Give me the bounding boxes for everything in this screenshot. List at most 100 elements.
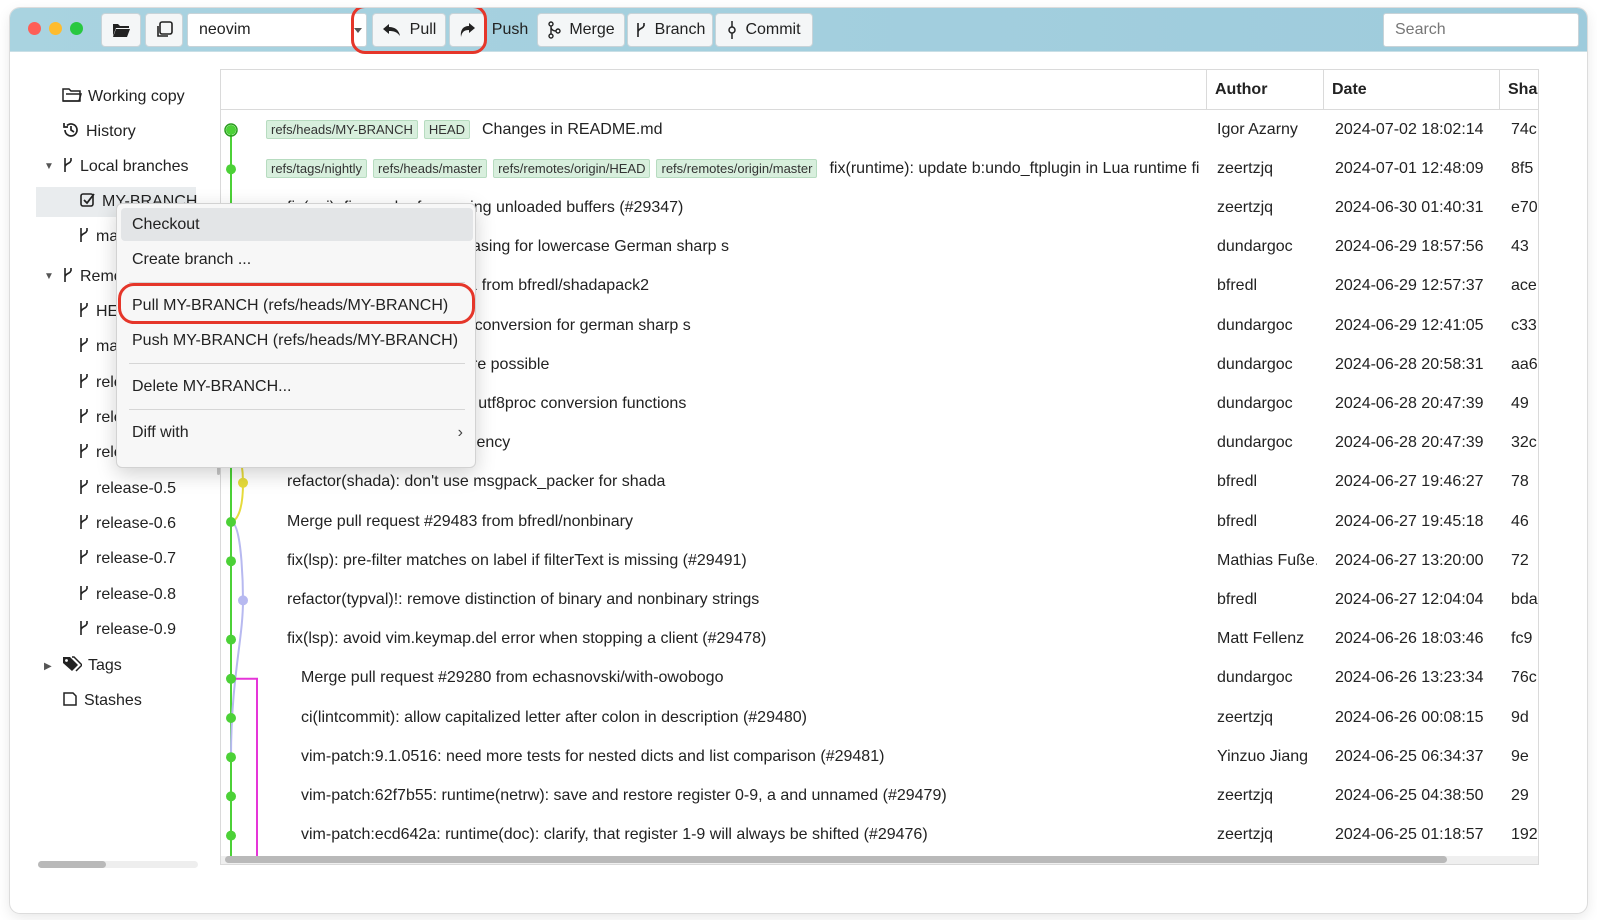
redo-arrow-icon [458,21,476,39]
disclosure-open-icon[interactable]: ▼ [44,161,54,172]
sidebar-item-history[interactable]: History [62,117,136,147]
commit-message: fix(lsp): pre-filter matches on label if… [287,551,747,569]
message-cell: refs/tags/nightly refs/heads/master refs/r… [266,149,1200,188]
author-cell: zeertzjq [1217,786,1274,804]
table-row[interactable]: refs/tags/nightly refs/heads/master refs/r… [221,149,1538,188]
table-horizontal-scrollbar[interactable] [221,856,1538,864]
disclosure-closed-icon[interactable]: ▶ [44,661,52,672]
toolbar: neovim Pull Push Merge Branch Commit Sea… [10,8,1587,52]
table-row[interactable]: fix(lsp): pre-filter matches on label if… [221,541,1538,580]
author-cell: Matt Fellenz [1217,630,1305,648]
branch-icon [78,620,90,641]
sidebar-item-label: release-0.5 [96,480,177,497]
table-row[interactable]: refactor(typval)!: remove distinction of… [221,580,1538,619]
author-cell: zeertzjq [1217,159,1274,177]
repository-select[interactable]: neovim [187,13,367,47]
message-cell: vim-patch:62f7b55: runtime(netrw): save … [301,776,1200,815]
sidebar: Working copy History ▼ Local branches MY… [10,62,210,907]
sidebar-item-tags[interactable]: Tags [62,651,122,681]
sidebar-item-release-0-7[interactable]: release-0.7 [78,544,176,574]
menu-item-label: Delete MY-BRANCH... [132,377,292,395]
menu-item-checkout[interactable]: Checkout [121,208,473,241]
disclosure-open-icon[interactable]: ▼ [44,271,54,282]
sidebar-item-label: release-0.7 [96,550,177,567]
branch-icon [635,22,647,38]
message-cell: refs/heads/MY-BRANCH HEAD Changes in READM… [266,110,1200,149]
date-cell: 2024-06-28 20:47:39 [1335,434,1484,452]
ref-badge: refs/heads/MY-BRANCH [266,120,418,139]
date-cell: 2024-06-29 18:57:56 [1335,238,1484,256]
scrollbar-thumb[interactable] [38,861,106,868]
sidebar-item-release-0-9[interactable]: release-0.9 [78,615,176,645]
table-row[interactable]: refactor(shada): don't use msgpack_packe… [221,463,1538,502]
menu-item-label: Checkout [132,215,200,233]
commit-message: fix(lsp): avoid vim.keymap.del error whe… [287,630,767,648]
date-cell: 2024-06-26 18:03:46 [1335,630,1484,648]
folder-icon [62,87,82,108]
table-row[interactable]: Merge pull request #29483 from bfredl/no… [221,502,1538,541]
message-cell: refactor(shada): don't use msgpack_packe… [287,463,1200,502]
sha-cell: fc9 [1511,630,1533,648]
sidebar-item-label: Tags [88,657,122,674]
push-button[interactable]: Push [485,13,536,47]
sha-cell: 72 [1511,551,1529,569]
close-window-button[interactable] [28,22,41,35]
sidebar-item-release-0-6[interactable]: release-0.6 [78,509,176,539]
redo-button[interactable] [449,13,485,47]
sha-cell: aa6 [1511,355,1538,373]
pull-button[interactable]: Pull [372,13,446,47]
menu-item-delete-branch[interactable]: Delete MY-BRANCH... [121,370,473,403]
column-header-sha[interactable]: Sha [1499,70,1538,110]
menu-item-create-branch[interactable]: Create branch ... [121,243,473,276]
table-row[interactable]: vim-patch:62f7b55: runtime(netrw): save … [221,776,1538,815]
merge-button[interactable]: Merge [537,13,625,47]
date-cell: 2024-06-28 20:58:31 [1335,355,1484,373]
open-folder-button[interactable] [101,13,141,47]
sidebar-horizontal-scrollbar[interactable] [38,861,198,868]
author-cell: zeertzjq [1217,826,1274,844]
menu-separator [129,409,465,410]
author-cell: zeertzjq [1217,198,1274,216]
author-cell: bfredl [1217,512,1258,530]
sidebar-item-working-copy[interactable]: Working copy [62,82,185,112]
commit-button[interactable]: Commit [715,13,813,47]
search-input[interactable]: Search [1383,13,1579,47]
column-header-message[interactable] [221,70,1206,110]
scrollbar-thumb[interactable] [225,856,1447,863]
table-row[interactable]: vim-patch:ecd642a: runtime(doc): clarify… [221,816,1538,855]
author-cell: dundargoc [1217,434,1293,452]
sha-cell: 9d [1511,708,1529,726]
minimize-window-button[interactable] [49,22,62,35]
tags-icon [62,655,84,677]
pull-button-label: Pull [409,21,437,38]
table-row[interactable]: vim-patch:9.1.0516: need more tests for … [221,737,1538,776]
search-placeholder: Search [1395,21,1446,38]
menu-item-pull-branch[interactable]: Pull MY-BRANCH (refs/heads/MY-BRANCH) [121,289,473,322]
table-row[interactable]: ci(lintcommit): allow capitalized letter… [221,698,1538,737]
date-cell: 2024-06-28 20:47:39 [1335,394,1484,412]
commit-message: Changes in README.md [481,120,663,138]
menu-item-push-branch[interactable]: Push MY-BRANCH (refs/heads/MY-BRANCH) [121,324,473,357]
new-window-button[interactable] [145,13,183,47]
author-cell: bfredl [1217,277,1258,295]
commit-message: Merge pull request #29483 from bfredl/no… [287,512,633,530]
table-row[interactable]: fix(lsp): avoid vim.keymap.del error whe… [221,620,1538,659]
zoom-window-button[interactable] [70,22,83,35]
sha-cell: 49 [1511,394,1529,412]
table-row[interactable]: refs/heads/MY-BRANCH HEAD Changes in READM… [221,110,1538,149]
sidebar-item-local-branches[interactable]: Local branches [62,152,189,182]
branch-icon [78,549,90,570]
sidebar-item-release-0-8[interactable]: release-0.8 [78,580,176,610]
column-header-author[interactable]: Author [1206,70,1323,110]
sidebar-item-stashes[interactable]: Stashes [62,686,142,716]
table-row[interactable]: Merge pull request #29280 from echasnovs… [221,659,1538,698]
menu-item-diff-with[interactable]: Diff with › [121,416,473,449]
commit-button-label: Commit [745,21,801,38]
date-cell: 2024-06-27 19:45:18 [1335,512,1484,530]
branch-icon [78,227,90,248]
folder-open-icon [111,22,131,38]
column-header-date[interactable]: Date [1323,70,1499,110]
branch-button[interactable]: Branch [627,13,713,47]
commit-message: refactor(typval)!: remove distinction of… [287,590,760,608]
sidebar-item-release-0-5[interactable]: release-0.5 [78,474,176,504]
